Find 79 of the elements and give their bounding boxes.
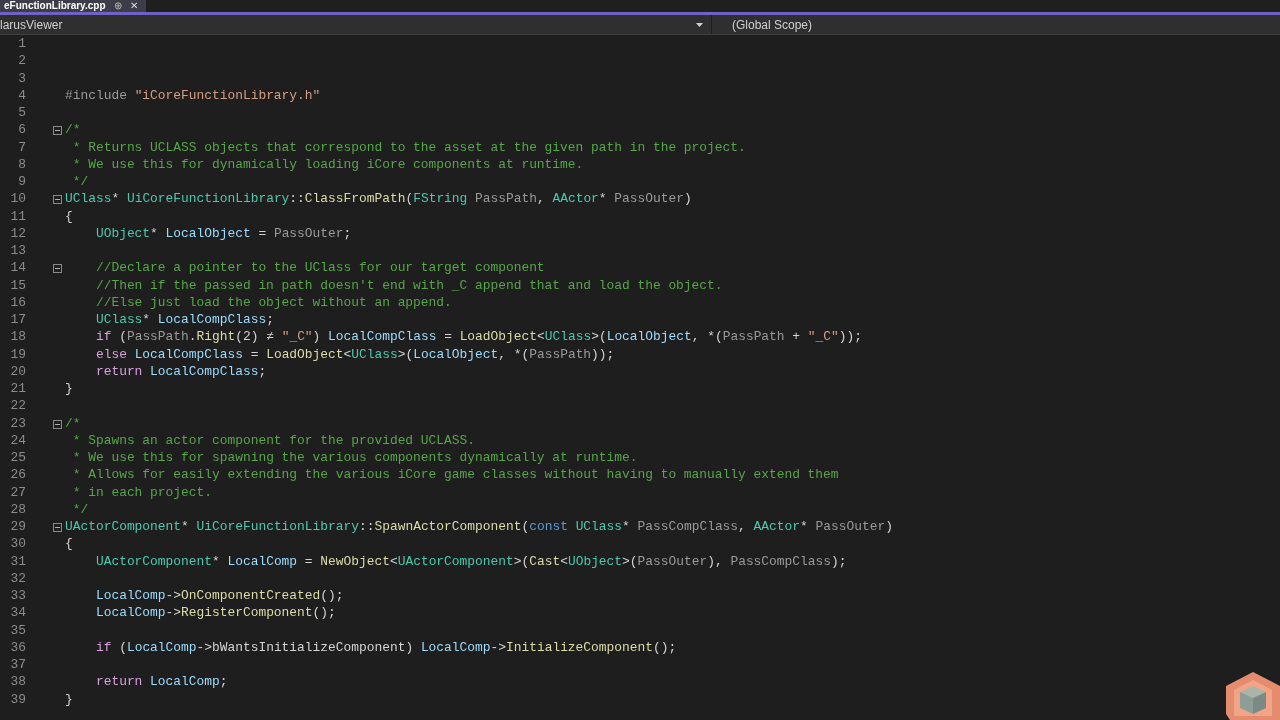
code-line: //Declare a pointer to the UClass for our target component <box>95 262 545 276</box>
line-number: 22 <box>9 400 26 414</box>
code-line: UObject* LocalObject = PassOuter; <box>95 227 352 241</box>
code-line: /* <box>65 124 81 138</box>
line-number: 11 <box>9 210 26 224</box>
line-number: 2 <box>17 55 26 69</box>
line-number: 35 <box>9 624 26 638</box>
cube-logo-icon <box>1226 672 1280 720</box>
line-number: 10 <box>9 193 26 207</box>
line-number: 39 <box>9 693 26 707</box>
line-number: 36 <box>9 641 26 655</box>
code-line: else LocalCompClass = LoadObject<UClass>(LocalObject, *(PassPath)); <box>95 348 615 362</box>
code-line: * Allows for easily extending the various iCore game classes without having to manually extend them <box>71 469 839 483</box>
code-line: * Returns UCLASS objects that correspond to the asset at the given path in the project. <box>71 141 746 155</box>
code-line: //Then if the passed in path doesn't end with _C append that and load the object. <box>95 279 723 293</box>
line-number: 1 <box>17 38 26 52</box>
code-line: * We use this for dynamically loading iCore components at runtime. <box>71 158 584 172</box>
code-line: { <box>65 538 73 552</box>
fold-toggle[interactable] <box>53 264 62 274</box>
line-number: 12 <box>9 227 26 241</box>
line-number: 24 <box>9 434 26 448</box>
code-line: * We use this for spawning the various components dynamically at runtime. <box>71 452 638 466</box>
code-line: if (PassPath.Right(2) ≠ "_C") LocalCompClass = LoadObject<UClass>(LocalObject, *(PassPath + "_C")); <box>95 331 862 345</box>
code-line: UActorComponent* LocalComp = NewObject<UActorComponent>(Cast<UObject>(PassOuter), PassCompClass); <box>95 555 847 569</box>
fold-toggle[interactable] <box>53 419 62 429</box>
code-line: } <box>65 693 73 707</box>
line-number: 7 <box>17 141 26 155</box>
line-number: 27 <box>9 486 26 500</box>
line-number: 20 <box>9 365 26 379</box>
line-number: 38 <box>9 676 26 690</box>
code-line: /* <box>65 417 81 431</box>
line-number: 21 <box>9 383 26 397</box>
line-number: 29 <box>9 521 26 535</box>
scope-dropdown[interactable]: (Global Scope) <box>712 15 813 34</box>
code-line: } <box>65 383 73 397</box>
code-line: if (LocalComp->bWantsInitializeComponent) LocalComp->InitializeComponent(); <box>95 641 677 655</box>
fold-toggle[interactable] <box>53 523 62 533</box>
code-line: */ <box>71 176 89 190</box>
code-line: //Else just load the object without an append. <box>95 296 452 310</box>
line-number: 18 <box>9 331 26 345</box>
line-number: 19 <box>9 348 26 362</box>
line-number: 23 <box>9 417 26 431</box>
code-line: return LocalCompClass; <box>95 365 267 379</box>
code-line: LocalComp->RegisterComponent(); <box>95 607 336 621</box>
line-number: 26 <box>9 469 26 483</box>
code-line: { <box>65 210 73 224</box>
line-number: 9 <box>17 176 26 190</box>
line-number: 8 <box>17 158 26 172</box>
line-number: 15 <box>9 279 26 293</box>
code-line: UClass* UiCoreFunctionLibrary::ClassFromPath(FString PassPath, AActor* PassOuter) <box>65 193 692 207</box>
line-number: 34 <box>9 607 26 621</box>
project-dropdown[interactable]: larusViewer <box>0 15 712 34</box>
line-number: 3 <box>17 72 26 86</box>
file-tab[interactable]: eFunctionLibrary.cpp ⊕ ✕ <box>0 0 146 12</box>
code-line: */ <box>71 503 89 517</box>
code-line: UClass* LocalCompClass; <box>95 314 274 328</box>
code-line: LocalComp->OnComponentCreated(); <box>95 590 344 604</box>
line-number: 30 <box>9 538 26 552</box>
line-number: 13 <box>9 245 26 259</box>
line-number: 16 <box>9 296 26 310</box>
line-number: 32 <box>9 572 26 586</box>
line-number: 31 <box>9 555 26 569</box>
line-number: 17 <box>9 314 26 328</box>
fold-toggle[interactable] <box>53 195 62 205</box>
caret-icon <box>696 22 703 27</box>
line-number: 37 <box>9 659 26 673</box>
line-number: 4 <box>17 89 26 103</box>
code-line: UActorComponent* UiCoreFunctionLibrary::SpawnActorComponent(const UClass* PassCompClass, AActor* PassOuter) <box>65 521 893 535</box>
line-number: 14 <box>9 262 26 276</box>
line-number: 6 <box>17 124 26 138</box>
line-number: 5 <box>17 107 26 121</box>
code-line: * in each project. <box>71 486 212 500</box>
line-number: 28 <box>9 503 26 517</box>
line-number: 33 <box>9 590 26 604</box>
code-line: return LocalComp; <box>95 676 228 690</box>
fold-toggle[interactable] <box>53 126 62 136</box>
line-number: 25 <box>9 452 26 466</box>
code-line: * Spawns an actor component for the provided UCLASS. <box>71 434 475 448</box>
code-line: #include "iCoreFunctionLibrary.h" <box>65 89 321 103</box>
